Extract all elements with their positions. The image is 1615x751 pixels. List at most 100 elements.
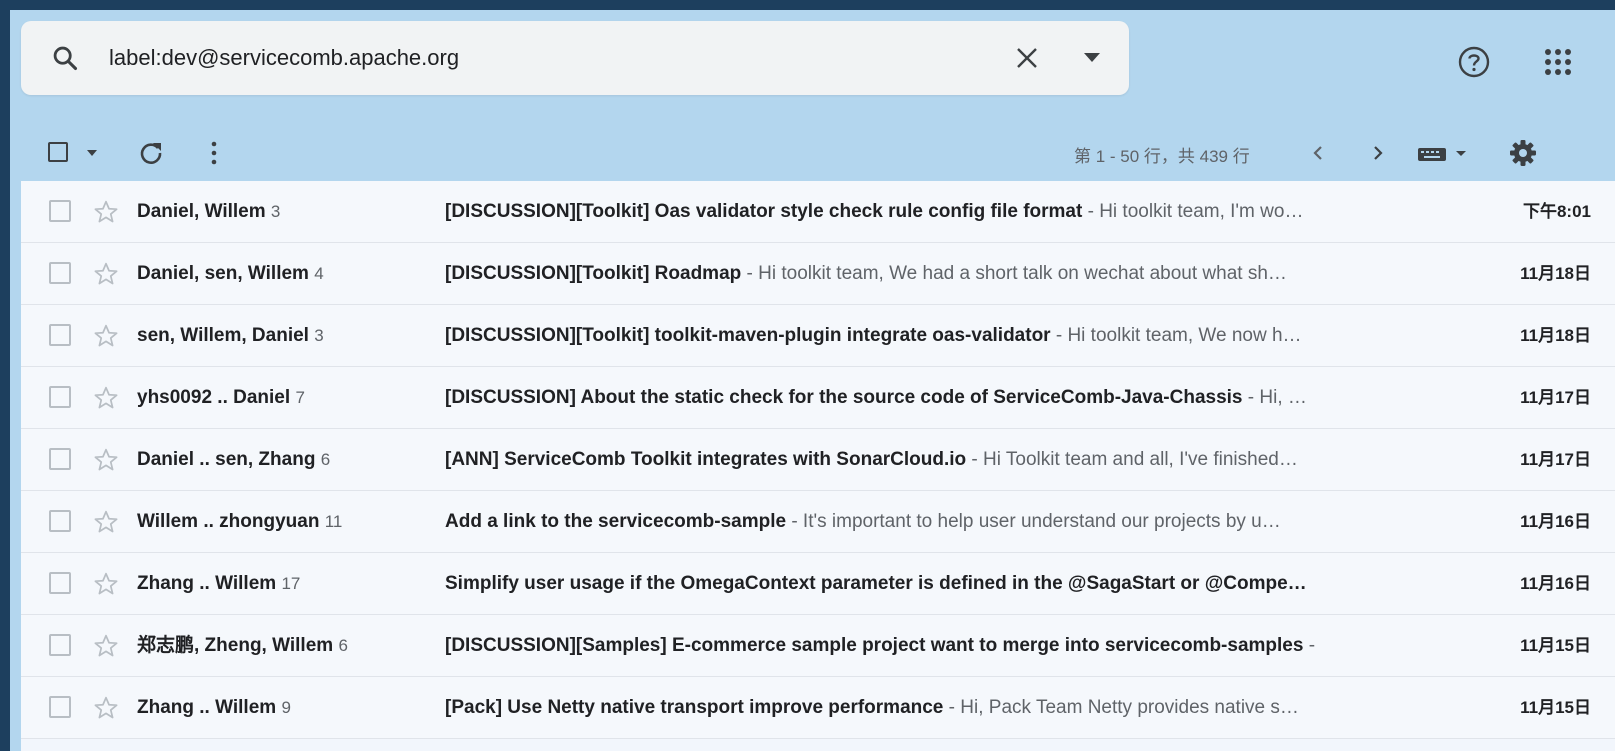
- row-subject: [DISCUSSION][Samples] E-commerce sample …: [445, 635, 1304, 656]
- chevron-right-icon[interactable]: [1368, 142, 1388, 164]
- row-sender: yhs0092 .. Daniel 7: [137, 367, 427, 428]
- row-subject: [DISCUSSION][Toolkit] Oas validator styl…: [445, 201, 1083, 222]
- row-checkbox[interactable]: [49, 386, 71, 408]
- row-sender: Zhang .. Willem 17: [137, 553, 427, 614]
- thread-count: 3: [270, 202, 281, 221]
- sender-names: 郑志鹏, Zheng, Willem: [137, 635, 334, 656]
- thread-count: 9: [281, 698, 291, 717]
- close-icon[interactable]: [1015, 46, 1039, 70]
- thread-count: 17: [281, 574, 301, 593]
- pagination-range: 第 1 - 50 行，共 439 行: [1074, 147, 1250, 166]
- table-row[interactable]: 郑志鹏, Zheng, Willem 6 [DISCUSSION][Samples…: [21, 615, 1615, 677]
- table-row[interactable]: Willem .. zhongyuan 11 Add a link to the …: [21, 491, 1615, 553]
- row-checkbox[interactable]: [49, 696, 71, 718]
- row-checkbox[interactable]: [49, 262, 71, 284]
- keyboard-icon[interactable]: [1418, 146, 1468, 162]
- row-date: 11月17日: [1520, 450, 1591, 469]
- sender-names: Zhang .. Willem: [137, 573, 277, 594]
- sender-names: Daniel, Willem: [137, 201, 266, 222]
- row-snippet: - Hi toolkit team, I'm wo…: [1082, 201, 1304, 222]
- more-vert-icon[interactable]: [206, 140, 222, 166]
- row-date: 11月18日: [1520, 326, 1591, 345]
- row-sender: Daniel, sen, Willem 4: [137, 243, 427, 304]
- row-date: 11月15日: [1520, 698, 1591, 717]
- select-all-checkbox[interactable]: [48, 142, 68, 162]
- caret-down-icon[interactable]: [87, 150, 97, 156]
- row-date: 11月18日: [1520, 264, 1591, 283]
- row-subject: Simplify user usage if the OmegaContext …: [445, 573, 1307, 594]
- star-outline-icon[interactable]: [93, 261, 119, 287]
- row-content: [DISCUSSION][Samples] E-commerce sample …: [445, 615, 1407, 676]
- thread-count: 6: [320, 450, 331, 469]
- sender-names: Zhang .. Willem: [137, 697, 277, 718]
- star-outline-icon[interactable]: [93, 323, 119, 349]
- row-subject: [DISCUSSION][Toolkit] toolkit-maven-plug…: [445, 325, 1051, 346]
- star-outline-icon[interactable]: [93, 447, 119, 473]
- star-outline-icon[interactable]: [93, 385, 119, 411]
- row-checkbox[interactable]: [49, 634, 71, 656]
- row-date: 11月16日: [1520, 512, 1591, 531]
- search-icon[interactable]: [51, 44, 79, 72]
- sender-names: Willem .. zhongyuan: [137, 511, 320, 532]
- row-subject: Add a link to the servicecomb-sample: [445, 511, 787, 532]
- row-checkbox[interactable]: [49, 324, 71, 346]
- row-date: 11月16日: [1520, 574, 1591, 593]
- row-checkbox[interactable]: [49, 572, 71, 594]
- row-sender: Zhang .. Willem 9: [137, 677, 427, 738]
- apps-grid-icon[interactable]: [1538, 47, 1578, 77]
- search-input[interactable]: label:dev@servicecomb.apache.org: [109, 21, 459, 95]
- row-date: 11月17日: [1520, 388, 1591, 407]
- sender-names: Daniel .. sen, Zhang: [137, 449, 316, 470]
- thread-count: 3: [314, 326, 324, 345]
- row-snippet: -: [1303, 635, 1316, 656]
- table-row[interactable]: yhs0092 .. Daniel 7 [DISCUSSION] About th…: [21, 367, 1615, 429]
- row-snippet: - Hi, Pack Team Netty provides native s…: [943, 697, 1299, 718]
- row-sender: Willem .. zhongyuan 11: [137, 491, 427, 552]
- row-sender: Daniel, Willem 3: [137, 181, 427, 242]
- thread-count: 6: [338, 636, 348, 655]
- table-row[interactable]: Daniel .. sen, Zhang 6 [ANN] ServiceComb …: [21, 429, 1615, 491]
- chevron-left-icon[interactable]: [1308, 142, 1328, 164]
- search-bar[interactable]: label:dev@servicecomb.apache.org: [21, 21, 1129, 95]
- gear-icon[interactable]: [1508, 138, 1538, 168]
- row-sender: 郑志鹏, Zheng, Willem 6: [137, 615, 427, 676]
- row-snippet: - Hi toolkit team, We had a short talk o…: [741, 263, 1287, 284]
- row-sender: sen, Willem, Daniel 3: [137, 305, 427, 366]
- mail-list: Daniel, Willem 3 [DISCUSSION][Toolkit] Oa…: [21, 181, 1615, 751]
- row-subject: [Pack] Use Netty native transport improv…: [445, 697, 944, 718]
- refresh-icon[interactable]: [138, 140, 164, 166]
- star-outline-icon[interactable]: [93, 509, 119, 535]
- sender-names: sen, Willem, Daniel: [137, 325, 309, 346]
- row-checkbox[interactable]: [49, 510, 71, 532]
- table-row[interactable]: Zhang .. Willem 9 [Pack] Use Netty native…: [21, 677, 1615, 739]
- row-content: [DISCUSSION] About the static check for …: [445, 367, 1407, 428]
- star-outline-icon[interactable]: [93, 199, 119, 225]
- table-row[interactable]: Zhang .. Willem 17 Simplify user usage if…: [21, 553, 1615, 615]
- thread-count: 7: [295, 388, 305, 407]
- row-content: Add a link to the servicecomb-sample - I…: [445, 491, 1407, 552]
- row-content: [DISCUSSION][Toolkit] toolkit-maven-plug…: [445, 305, 1407, 366]
- star-outline-icon[interactable]: [93, 633, 119, 659]
- row-checkbox[interactable]: [49, 448, 71, 470]
- sender-names: Daniel, sen, Willem: [137, 263, 309, 284]
- row-content: [DISCUSSION][Toolkit] Roadmap - Hi toolk…: [445, 243, 1407, 304]
- row-snippet: - Hi Toolkit team and all, I've finished…: [966, 449, 1298, 470]
- star-outline-icon[interactable]: [93, 695, 119, 721]
- star-outline-icon[interactable]: [93, 571, 119, 597]
- table-row[interactable]: Daniel, sen, Willem 4 [DISCUSSION][Toolki…: [21, 243, 1615, 305]
- thread-count: 11: [324, 512, 343, 531]
- row-checkbox[interactable]: [49, 200, 71, 222]
- thread-count: 4: [314, 264, 324, 283]
- row-content: [Pack] Use Netty native transport improv…: [445, 677, 1407, 738]
- toolbar: 第 1 - 50 行，共 439 行: [10, 118, 1615, 188]
- row-snippet: - Hi toolkit team, We now h…: [1050, 325, 1302, 346]
- row-date: 下午8:01: [1522, 202, 1591, 221]
- caret-down-icon[interactable]: [1084, 53, 1100, 63]
- row-content: [DISCUSSION][Toolkit] Oas validator styl…: [445, 181, 1407, 242]
- row-subject: [ANN] ServiceComb Toolkit integrates wit…: [445, 449, 967, 470]
- row-content: [ANN] ServiceComb Toolkit integrates wit…: [445, 429, 1407, 490]
- row-sender: Daniel .. sen, Zhang 6: [137, 429, 427, 490]
- table-row[interactable]: Daniel, Willem 3 [DISCUSSION][Toolkit] Oa…: [21, 181, 1615, 243]
- table-row[interactable]: sen, Willem, Daniel 3 [DISCUSSION][Toolki…: [21, 305, 1615, 367]
- help-icon[interactable]: [1457, 45, 1491, 79]
